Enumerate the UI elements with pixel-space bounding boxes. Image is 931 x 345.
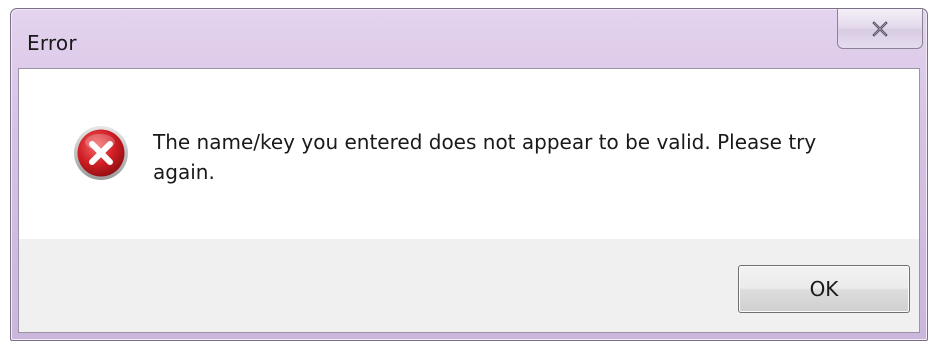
close-icon bbox=[872, 20, 888, 37]
message-area: The name/key you entered does not appear… bbox=[19, 69, 919, 239]
dialog-body: The name/key you entered does not appear… bbox=[18, 68, 920, 333]
title-bar[interactable]: Error bbox=[11, 9, 927, 67]
error-icon bbox=[74, 126, 128, 180]
error-message: The name/key you entered does not appear… bbox=[153, 130, 817, 184]
close-button[interactable] bbox=[837, 9, 923, 49]
error-dialog: Error The name/key you entered does not … bbox=[10, 8, 928, 341]
dialog-title: Error bbox=[27, 31, 77, 55]
button-bar: OK bbox=[19, 239, 919, 332]
ok-button[interactable]: OK bbox=[738, 265, 910, 313]
